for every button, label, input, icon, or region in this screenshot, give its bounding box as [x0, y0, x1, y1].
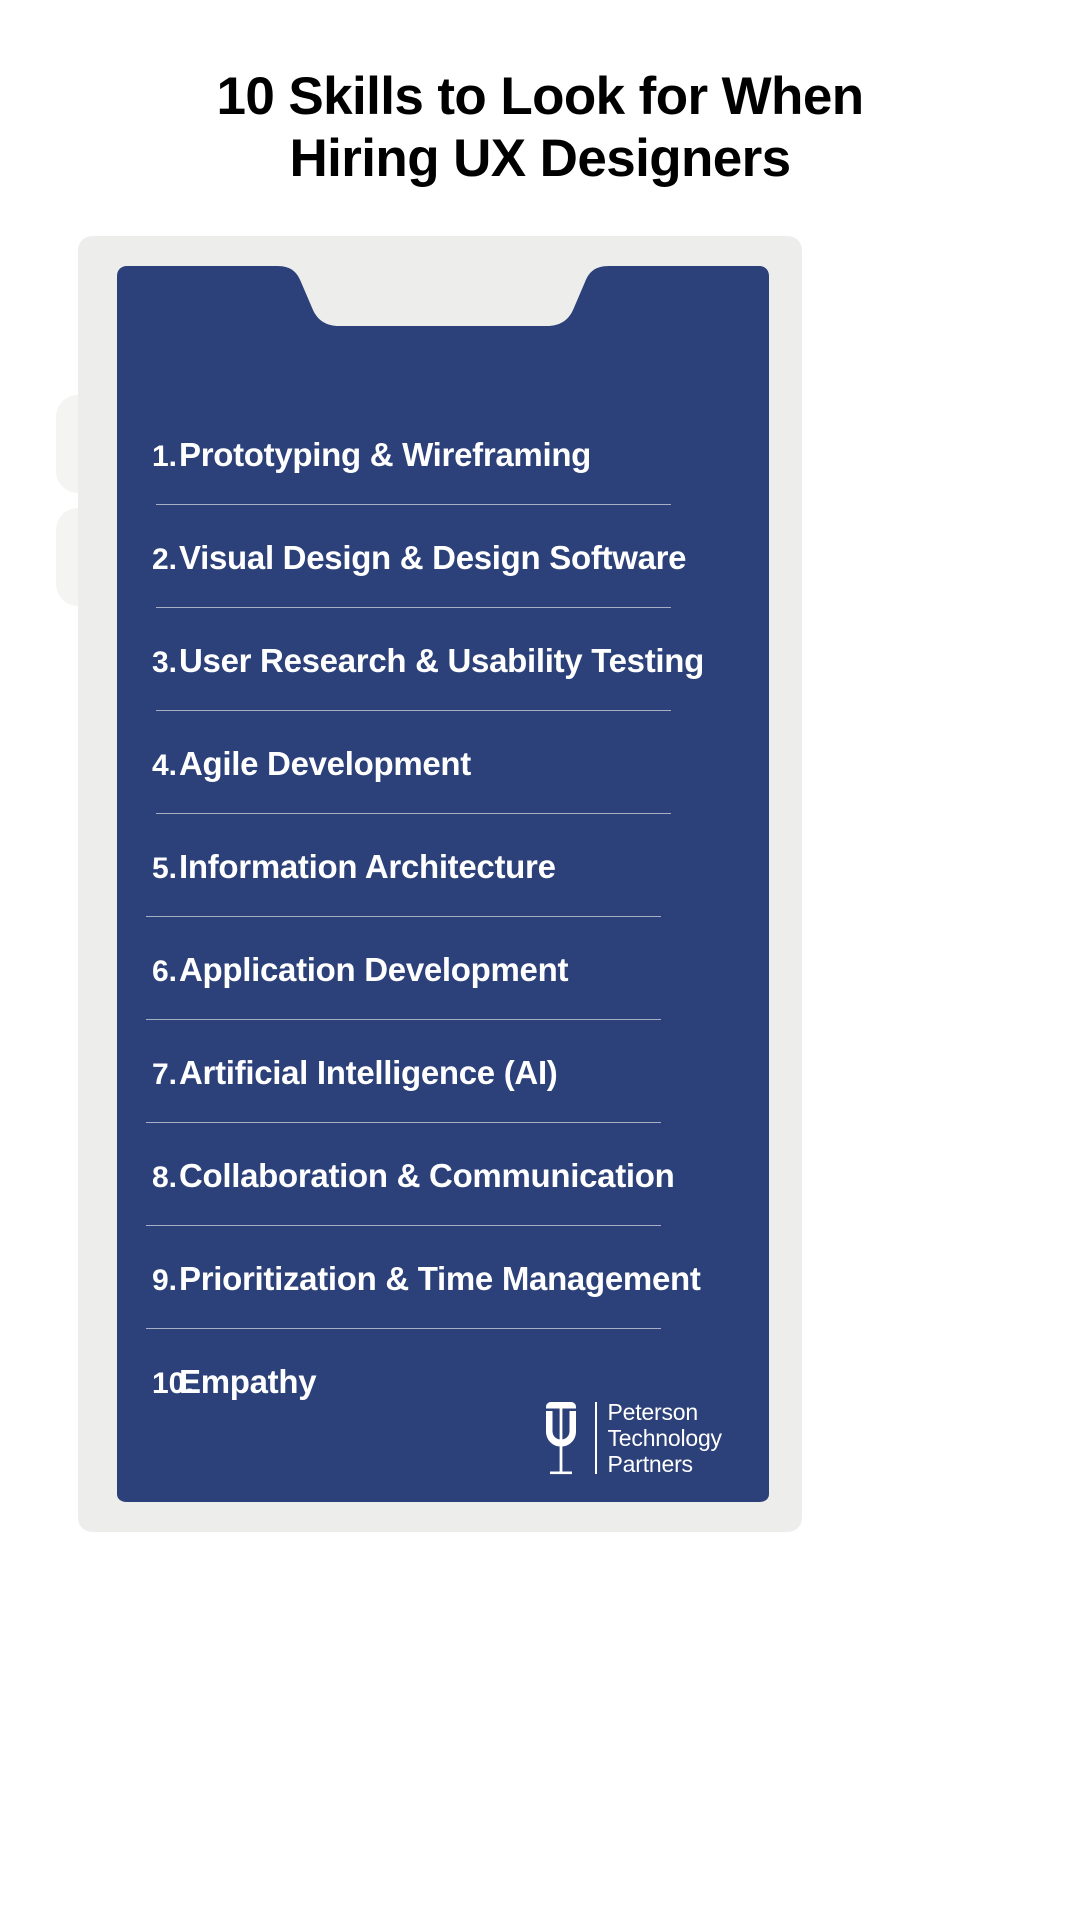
list-item-number: 2.	[152, 543, 178, 576]
list-divider	[146, 916, 661, 917]
list-item-label: Agile Development	[179, 745, 471, 782]
list-item-number: 9.	[152, 1264, 178, 1297]
list-item: 9. Prioritization & Time Management	[117, 1260, 769, 1298]
list-item-number: 7.	[152, 1058, 178, 1091]
list-item: 4. Agile Development	[117, 745, 769, 783]
list-divider	[156, 710, 671, 711]
list-item: 2. Visual Design & Design Software	[117, 539, 769, 577]
logo-divider	[595, 1402, 597, 1474]
list-item-number: 5.	[152, 852, 178, 885]
list-item-label: Information Architecture	[179, 848, 556, 885]
list-item: 6. Application Development	[117, 951, 769, 989]
list-item: 8. Collaboration & Communication	[117, 1157, 769, 1195]
list-item-label: Artificial Intelligence (AI)	[179, 1054, 558, 1091]
list-item-label: Collaboration & Communication	[179, 1157, 675, 1194]
page-title-line-2: Hiring UX Designers	[289, 129, 791, 188]
list-item: 5. Information Architecture	[117, 848, 769, 886]
page-title-line-1: 10 Skills to Look for When	[216, 67, 865, 126]
list-divider	[146, 1225, 661, 1226]
list-item-label: Empathy	[179, 1363, 317, 1400]
list-item-label: User Research & Usability Testing	[179, 642, 705, 679]
list-item-number: 3.	[152, 646, 178, 679]
list-item-number: 8.	[152, 1161, 178, 1194]
list-item-number: 1.	[152, 440, 178, 473]
list-divider	[146, 1328, 661, 1329]
list-item-label: Prototyping & Wireframing	[179, 436, 592, 473]
list-item-label: Application Development	[179, 951, 569, 988]
logo-wordmark: Peterson Technology Partners	[607, 1398, 723, 1477]
logo-word-line-3: Partners	[607, 1450, 694, 1477]
page-title: 10 Skills to Look for When Hiring UX Des…	[0, 66, 1080, 190]
list-item-number: 10.	[152, 1367, 194, 1400]
list-divider	[156, 813, 671, 814]
skills-list: 1. Prototyping & Wireframing 2. Visual D…	[117, 266, 769, 1502]
list-item-label: Prioritization & Time Management	[179, 1260, 701, 1297]
company-logo: Peterson Technology Partners	[538, 1398, 743, 1478]
logo-word-line-2: Technology	[607, 1424, 723, 1451]
list-item: 10. Empathy	[117, 1363, 769, 1401]
list-item-number: 6.	[152, 955, 178, 988]
list-item: 3. User Research & Usability Testing	[117, 642, 769, 680]
list-item-label: Visual Design & Design Software	[179, 539, 687, 576]
list-divider	[156, 607, 671, 608]
list-item: 7. Artificial Intelligence (AI)	[117, 1054, 769, 1092]
list-item-number: 4.	[152, 749, 178, 782]
peterson-p-monogram-icon	[546, 1402, 576, 1475]
list-divider	[156, 504, 671, 505]
logo-word-line-1: Peterson	[607, 1398, 699, 1425]
list-divider	[146, 1122, 661, 1123]
list-divider	[146, 1019, 661, 1020]
list-item: 1. Prototyping & Wireframing	[117, 436, 769, 474]
